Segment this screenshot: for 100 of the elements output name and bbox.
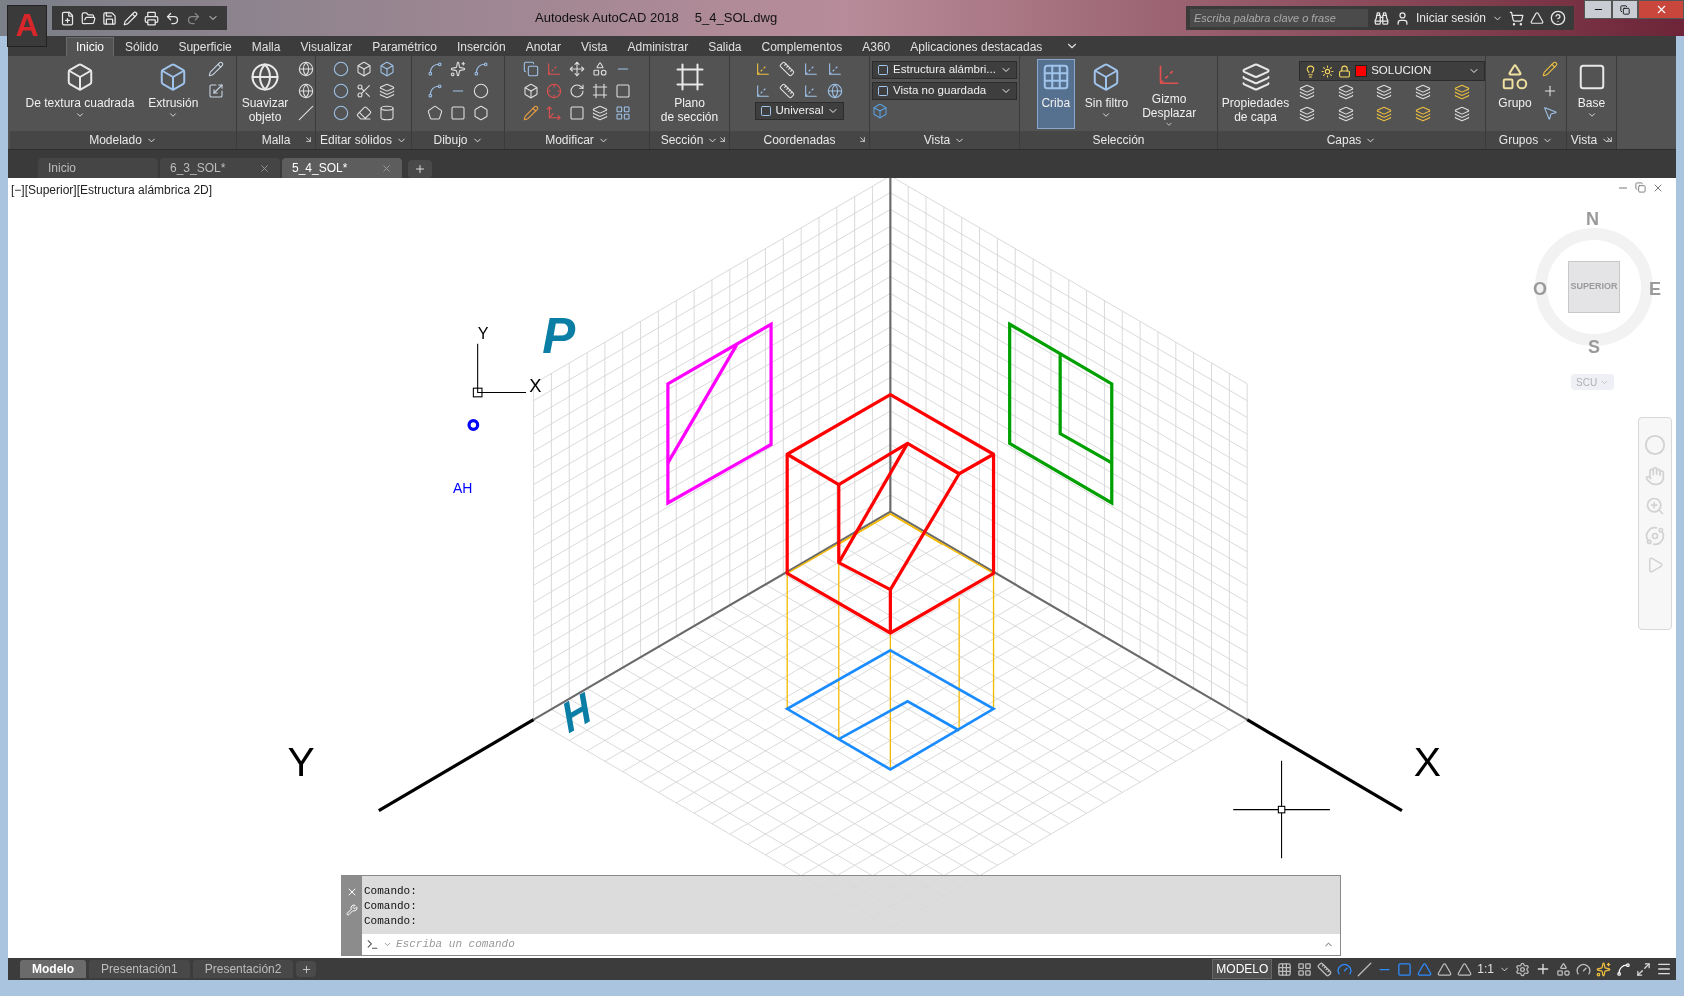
sign-in-link[interactable]: Iniciar sesión (1415, 9, 1486, 27)
launcher-icon[interactable] (304, 135, 313, 144)
pointer-icon[interactable] (1541, 105, 1558, 121)
panel-title[interactable]: Modificar (545, 131, 594, 149)
close-icon[interactable] (381, 162, 392, 174)
sphere-icon[interactable] (298, 83, 315, 99)
add-layout-button[interactable] (296, 961, 317, 977)
ribbon-tab[interactable]: Administrar (618, 37, 698, 56)
dropdown[interactable]: Universal (754, 102, 845, 120)
dots-grid-icon[interactable] (1297, 961, 1313, 977)
copy-icon[interactable] (523, 61, 539, 77)
globe-icon[interactable] (827, 83, 844, 99)
launcher-icon[interactable] (718, 135, 727, 144)
sparkle-icon[interactable] (450, 61, 466, 77)
ribbon-button[interactable]: Plano de sección (656, 59, 723, 129)
layers-icon[interactable] (592, 105, 608, 121)
layers-icon[interactable] (1337, 106, 1354, 122)
printer-icon[interactable] (144, 10, 159, 26)
panel-title[interactable]: Capas (1326, 131, 1362, 149)
ribbon-button[interactable]: Base (1572, 59, 1611, 129)
rectangle-icon[interactable] (450, 105, 466, 121)
shapes-icon[interactable] (1556, 961, 1571, 977)
panel-title[interactable]: Editar sólidos (319, 131, 392, 149)
file-tab[interactable]: Inicio (38, 158, 158, 178)
close-icon[interactable] (1652, 182, 1664, 194)
restore-icon[interactable] (1635, 182, 1646, 193)
eraser-icon[interactable] (355, 105, 372, 121)
close-button[interactable] (1638, 0, 1684, 19)
panel-title[interactable]: Selección (1092, 131, 1145, 149)
dropdown[interactable]: Estructura alámbri... (872, 61, 1017, 79)
ribbon-tab[interactable]: Salida (699, 37, 751, 56)
sparkle-icon[interactable] (1596, 961, 1611, 977)
ribbon-tab[interactable]: Paramétrico (363, 37, 446, 56)
layers-icon[interactable] (378, 83, 395, 99)
panel-title[interactable]: Coordenadas (763, 131, 836, 149)
move-arrows-icon[interactable] (569, 61, 585, 77)
save-icon[interactable] (102, 10, 117, 26)
circle-icon[interactable] (332, 105, 349, 121)
layers-icon[interactable] (1376, 84, 1393, 100)
close-icon[interactable] (346, 886, 358, 898)
slash-icon[interactable] (298, 105, 315, 121)
layers-icon[interactable] (1453, 106, 1470, 122)
launcher-icon[interactable] (858, 135, 867, 144)
wrench-icon[interactable] (346, 904, 358, 916)
file-tab[interactable]: 5_4_SOL* (282, 158, 402, 178)
search-field[interactable]: Escriba palabra clave o frase (1189, 9, 1368, 27)
maximize-button[interactable] (1612, 0, 1638, 19)
cube-icon[interactable] (872, 103, 889, 119)
layers-icon[interactable] (1415, 84, 1431, 100)
cube-icon[interactable] (523, 83, 539, 99)
layers-icon[interactable] (1299, 106, 1316, 122)
ribbon-tab[interactable]: Complementos (752, 37, 852, 56)
viewport-label[interactable]: [−][Superior][Estructura alámbrica 2D] (11, 181, 213, 199)
axes-icon[interactable] (803, 83, 819, 99)
arc-icon[interactable] (473, 61, 489, 77)
ruler-icon[interactable] (778, 61, 795, 77)
layers-icon[interactable] (1299, 84, 1316, 100)
annotation-scale[interactable]: 1:1 (1477, 960, 1494, 978)
binoculars-icon[interactable] (1373, 10, 1389, 26)
new-file-icon[interactable] (60, 10, 75, 26)
help-icon[interactable] (1550, 10, 1566, 26)
ribbon-tab[interactable]: Malla (242, 37, 290, 56)
layout-tab[interactable]: Modelo (20, 960, 86, 978)
layer-dropdown[interactable]: SOLUCION (1299, 61, 1486, 81)
layers-icon[interactable] (1453, 84, 1470, 100)
ribbon-tab[interactable]: Inserción (447, 37, 515, 56)
layers-icon[interactable] (1337, 84, 1354, 100)
terminal-icon[interactable] (366, 938, 379, 951)
ribbon-tab[interactable]: A360 (853, 37, 900, 56)
shapes-icon[interactable] (592, 61, 608, 77)
grid-icon[interactable] (1277, 961, 1293, 977)
triangle-icon[interactable] (1457, 961, 1473, 977)
ribbon-button[interactable]: Sin filtro (1080, 59, 1133, 129)
triangle-icon[interactable] (1437, 961, 1453, 977)
axes-icon[interactable] (803, 61, 819, 77)
circle-icon[interactable] (332, 61, 349, 77)
panel-title[interactable]: Dibujo (433, 131, 468, 149)
launcher-icon[interactable] (1605, 135, 1614, 144)
rotate-icon[interactable] (569, 83, 585, 99)
close-icon[interactable] (259, 162, 270, 174)
square-icon[interactable] (1397, 961, 1413, 977)
cylinder-icon[interactable] (378, 105, 395, 121)
panel-title[interactable]: Vista (1570, 131, 1598, 149)
curve-icon[interactable] (1616, 961, 1631, 977)
corner-icon[interactable] (615, 83, 631, 99)
ribbon-tab[interactable]: Inicio (66, 37, 114, 56)
ribbon-tab[interactable]: Visualizar (291, 37, 362, 56)
scissors-icon[interactable] (355, 83, 372, 99)
user-icon[interactable] (1394, 10, 1410, 26)
pentagon-icon[interactable] (427, 105, 443, 121)
model-space-toggle[interactable]: MODELO (1212, 959, 1273, 979)
ribbon-tab[interactable]: Anotar (516, 37, 570, 56)
panel-title[interactable]: Sección (660, 131, 704, 149)
gauge-icon[interactable] (1576, 961, 1591, 977)
layers-icon[interactable] (1376, 106, 1393, 122)
axes-icon[interactable] (827, 61, 844, 77)
command-input[interactable]: Escriba un comando (396, 936, 1319, 953)
cube-icon[interactable] (355, 61, 372, 77)
cart-icon[interactable] (1509, 10, 1524, 26)
layers-icon[interactable] (1415, 106, 1431, 122)
